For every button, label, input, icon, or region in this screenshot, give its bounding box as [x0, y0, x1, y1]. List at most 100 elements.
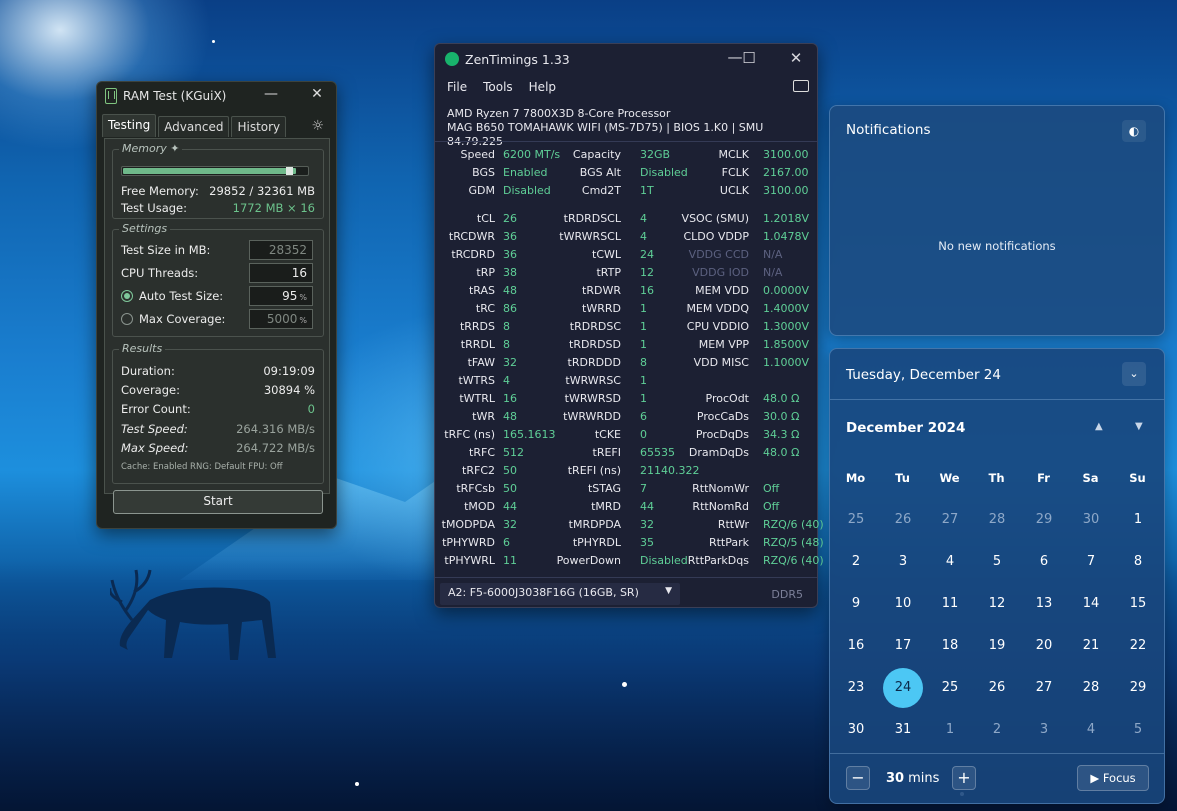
- zen-value: 1: [640, 320, 647, 333]
- calendar-day[interactable]: 17: [883, 626, 923, 666]
- zen-label: tRFC: [469, 446, 495, 459]
- calendar-day[interactable]: 28: [1071, 668, 1111, 708]
- calendar-day[interactable]: 25: [930, 668, 970, 708]
- focus-increase-button[interactable]: +: [952, 766, 976, 790]
- tab-advanced[interactable]: Advanced: [158, 116, 230, 137]
- screenshot-camera-icon[interactable]: [793, 80, 809, 92]
- calendar-day[interactable]: 3: [883, 542, 923, 582]
- calendar-day[interactable]: 6: [1024, 542, 1064, 582]
- calendar-day[interactable]: 29: [1118, 668, 1158, 708]
- maximize-button[interactable]: ☐: [734, 49, 764, 67]
- calendar-day[interactable]: 31: [883, 710, 923, 750]
- ramtest-titlebar[interactable]: RAM Test (KGuiX): [97, 82, 336, 110]
- focus-decrease-button[interactable]: −: [846, 766, 870, 790]
- module-select[interactable]: A2: F5-6000J3038F16G (16GB, SR) ▼: [440, 583, 680, 605]
- next-month-icon[interactable]: ▼: [1135, 421, 1143, 432]
- previous-month-icon[interactable]: ▲: [1095, 421, 1103, 432]
- calendar-day[interactable]: 23: [836, 668, 876, 708]
- zen-value: 1.8500V: [763, 338, 810, 351]
- cpu-threads-input[interactable]: 16: [249, 263, 313, 283]
- calendar-day[interactable]: 2: [977, 710, 1017, 750]
- zen-row: tPHYWRL 11 PowerDown Disabled RttParkDqs RZQ/…: [435, 554, 823, 572]
- collapse-chevron-icon[interactable]: ⌄: [1122, 362, 1146, 386]
- weekday-label: Fr: [1037, 471, 1050, 485]
- divider: [830, 753, 1164, 754]
- test-size-input[interactable]: 28352: [249, 240, 313, 260]
- zen-row: tRFC 512 tREFI 65535 DramDqDs 48.0 Ω: [435, 446, 819, 464]
- zen-label: ProcDqDs: [695, 428, 749, 441]
- duration-value: 09:19:09: [263, 364, 315, 378]
- do-not-disturb-icon[interactable]: ◐: [1122, 120, 1146, 142]
- close-button[interactable]: ✕: [781, 49, 811, 67]
- zen-value: 1.4000V: [763, 302, 810, 315]
- calendar-day[interactable]: 11: [930, 584, 970, 624]
- zen-label: tWRWRSC: [565, 374, 621, 387]
- calendar-day[interactable]: 30: [836, 710, 876, 750]
- calendar-day[interactable]: 7: [1071, 542, 1111, 582]
- calendar-day[interactable]: 28: [977, 500, 1017, 540]
- calendar-day[interactable]: 24: [883, 668, 923, 708]
- calendar-day[interactable]: 1: [1118, 500, 1158, 540]
- menu-tools[interactable]: Tools: [483, 80, 513, 94]
- calendar-day[interactable]: 26: [883, 500, 923, 540]
- tab-testing[interactable]: Testing: [102, 114, 157, 137]
- calendar-day[interactable]: 12: [977, 584, 1017, 624]
- focus-button[interactable]: ▶ Focus: [1077, 765, 1149, 791]
- zen-label: tRCDRD: [451, 248, 495, 261]
- calendar-day[interactable]: 19: [977, 626, 1017, 666]
- chevron-down-icon: ▼: [665, 586, 672, 596]
- calendar-day[interactable]: 25: [836, 500, 876, 540]
- auto-test-input[interactable]: 95%: [249, 286, 313, 306]
- calendar-day[interactable]: 30: [1071, 500, 1111, 540]
- weekday-label: Sa: [1082, 471, 1099, 485]
- calendar-day[interactable]: 14: [1071, 584, 1111, 624]
- zen-value: 36: [503, 230, 517, 243]
- calendar-day[interactable]: 5: [1118, 710, 1158, 750]
- calendar-day[interactable]: 10: [883, 584, 923, 624]
- zen-row: tRAS 48 tRDWR 16 MEM VDD 0.0000V: [435, 284, 819, 302]
- start-button[interactable]: Start: [113, 490, 323, 514]
- calendar-day[interactable]: 1: [930, 710, 970, 750]
- calendar-day[interactable]: 16: [836, 626, 876, 666]
- menu-file[interactable]: File: [447, 80, 467, 94]
- close-button[interactable]: ✕: [307, 86, 327, 102]
- max-coverage-input[interactable]: 5000%: [249, 309, 313, 329]
- calendar-day[interactable]: 5: [977, 542, 1017, 582]
- max-speed-row: Max Speed: 264.722 MB/s: [121, 441, 315, 455]
- calendar-day[interactable]: 15: [1118, 584, 1158, 624]
- zen-label: tPHYWRL: [444, 554, 495, 567]
- zen-value: 8: [503, 338, 510, 351]
- tab-history[interactable]: History: [231, 116, 287, 137]
- star: [212, 40, 215, 43]
- zen-value: 1.2018V: [763, 212, 810, 225]
- zen-row: tWR 48 tWRWRDD 6 ProcCaDs 30.0 Ω: [435, 410, 819, 428]
- calendar-day[interactable]: 4: [1071, 710, 1111, 750]
- menu-help[interactable]: Help: [529, 80, 556, 94]
- auto-test-radio[interactable]: [121, 290, 133, 302]
- calendar-day[interactable]: 21: [1071, 626, 1111, 666]
- calendar-day[interactable]: 22: [1118, 626, 1158, 666]
- theme-sun-icon[interactable]: ☼: [311, 118, 324, 134]
- calendar-month[interactable]: December 2024: [846, 420, 965, 436]
- calendar-day[interactable]: 9: [836, 584, 876, 624]
- calendar-day[interactable]: 26: [977, 668, 1017, 708]
- minimize-button[interactable]: —: [261, 86, 281, 102]
- calendar-day[interactable]: 20: [1024, 626, 1064, 666]
- zen-label: MEM VPP: [698, 338, 749, 351]
- calendar-day[interactable]: 13: [1024, 584, 1064, 624]
- calendar-day[interactable]: 2: [836, 542, 876, 582]
- zentimings-title: ZenTimings 1.33: [465, 51, 570, 67]
- zen-value: 50: [503, 464, 517, 477]
- calendar-day[interactable]: 18: [930, 626, 970, 666]
- coverage-label: Coverage:: [121, 383, 180, 397]
- zen-label: tPHYRDL: [572, 536, 621, 549]
- calendar-day[interactable]: 27: [1024, 668, 1064, 708]
- zen-value: 512: [503, 446, 524, 459]
- calendar-day[interactable]: 8: [1118, 542, 1158, 582]
- max-coverage-radio[interactable]: [121, 313, 133, 325]
- calendar-day[interactable]: 29: [1024, 500, 1064, 540]
- calendar-day[interactable]: 4: [930, 542, 970, 582]
- calendar-day[interactable]: 27: [930, 500, 970, 540]
- zen-row: tMODPDA 32 tMRDPDA 32 RttWr RZQ/6 (40): [435, 518, 824, 536]
- calendar-day[interactable]: 3: [1024, 710, 1064, 750]
